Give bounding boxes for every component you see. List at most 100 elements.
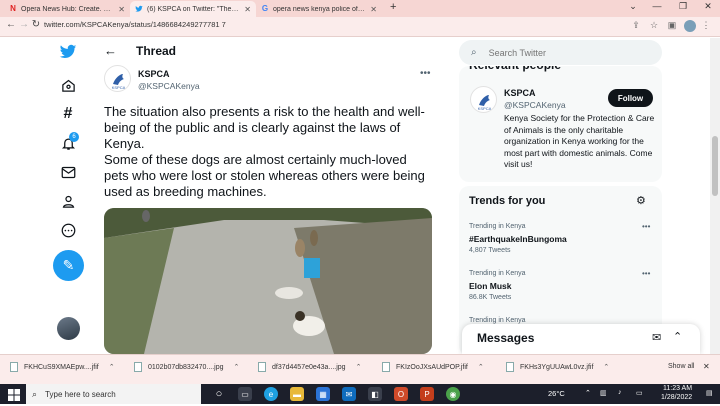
office-icon[interactable]: O bbox=[394, 387, 408, 401]
google-icon: G bbox=[261, 4, 269, 13]
store-icon[interactable]: ▦ bbox=[316, 387, 330, 401]
menu-dots-icon[interactable]: ⋮ bbox=[700, 20, 712, 31]
trend-count: 4,807 Tweets bbox=[469, 247, 511, 254]
tweet-photo[interactable] bbox=[104, 208, 432, 354]
profile-avatar[interactable] bbox=[684, 20, 696, 32]
clock-date[interactable]: 1/28/2022 bbox=[661, 394, 692, 401]
author-avatar[interactable]: KSPCA bbox=[104, 65, 131, 92]
back-arrow-icon[interactable]: ← bbox=[104, 43, 117, 58]
powerpoint-icon[interactable]: P bbox=[420, 387, 434, 401]
tab-title: (6) KSPCA on Twitter: "The situati bbox=[147, 5, 241, 13]
download-item[interactable]: FKIzOoJXsAUdPOP.jfif ⌃ bbox=[382, 362, 484, 372]
account-avatar[interactable] bbox=[57, 317, 80, 340]
relevant-avatar[interactable]: KSPCA bbox=[470, 86, 497, 113]
tab-opera-news[interactable]: N Opera News Hub: Create. Share. ✕ bbox=[4, 1, 130, 17]
weather-readout[interactable]: 26°C bbox=[548, 389, 565, 398]
trend-meta: Trending in Kenya bbox=[469, 223, 526, 230]
chevron-up-icon[interactable]: ⌃ bbox=[109, 363, 115, 371]
follow-button[interactable]: Follow bbox=[608, 89, 653, 107]
download-item[interactable]: df37d4457e0e43a....jpg ⌃ bbox=[258, 362, 361, 372]
trend-name[interactable]: Elon Musk bbox=[469, 281, 512, 291]
notification-count-badge: 6 bbox=[69, 132, 79, 142]
tab-google-search[interactable]: G opera news kenya police officers ✕ bbox=[256, 1, 382, 17]
notifications-center-icon[interactable]: ▤ bbox=[706, 389, 713, 397]
taskbar-search[interactable]: ⌕ Type here to search bbox=[26, 384, 201, 404]
chrome-icon[interactable]: ◉ bbox=[446, 387, 460, 401]
maximize-button[interactable]: ❐ bbox=[676, 1, 690, 12]
author-handle[interactable]: @KSPCAKenya bbox=[138, 81, 200, 91]
more-options-icon[interactable]: ••• bbox=[420, 68, 431, 79]
twitter-bird-icon bbox=[135, 5, 143, 13]
home-icon[interactable] bbox=[58, 75, 78, 95]
tweet-paragraph: Some of these dogs are almost certainly … bbox=[104, 152, 425, 199]
messages-title[interactable]: Messages bbox=[477, 331, 534, 345]
download-filename: FKIzOoJXsAUdPOP.jfif bbox=[396, 363, 468, 371]
share-icon[interactable]: ⇪ bbox=[630, 20, 642, 31]
relevant-name[interactable]: KSPCA bbox=[504, 88, 536, 98]
download-item[interactable]: FKHs3YgUUAwL0vz.jfif ⌃ bbox=[506, 362, 609, 372]
author-name[interactable]: KSPCA bbox=[138, 69, 170, 79]
close-download-shelf-button[interactable]: ✕ bbox=[703, 362, 710, 371]
forward-nav-icon[interactable]: → bbox=[18, 19, 30, 30]
trend-count: 86.8K Tweets bbox=[469, 294, 512, 301]
battery-icon[interactable]: ▭ bbox=[636, 389, 643, 397]
file-icon bbox=[506, 362, 514, 372]
download-item[interactable]: FKHCuS9XMAEpw....jfif ⌃ bbox=[10, 362, 115, 372]
trend-name[interactable]: #EarthquakeInBungoma bbox=[469, 234, 567, 244]
more-icon[interactable] bbox=[58, 220, 78, 240]
tab-kspca-twitter[interactable]: (6) KSPCA on Twitter: "The situati ✕ bbox=[130, 1, 256, 17]
trend-more-icon[interactable]: ••• bbox=[642, 269, 650, 278]
relevant-bio: Kenya Society for the Protection & Care … bbox=[504, 113, 655, 169]
relevant-handle[interactable]: @KSPCAKenya bbox=[504, 100, 566, 110]
compose-tweet-button[interactable]: ✎ bbox=[53, 250, 84, 281]
download-filename: FKHCuS9XMAEpw....jfif bbox=[24, 363, 99, 371]
scrollbar-thumb[interactable] bbox=[712, 136, 718, 196]
edge-icon[interactable]: e bbox=[264, 387, 278, 401]
twitter-logo-icon[interactable] bbox=[58, 42, 78, 62]
tray-chevron-icon[interactable]: ⌃ bbox=[585, 389, 591, 397]
search-input[interactable] bbox=[488, 47, 639, 58]
mail-icon[interactable]: ✉ bbox=[342, 387, 356, 401]
new-tab-button[interactable]: + bbox=[390, 1, 396, 13]
search-box[interactable]: ⌕ bbox=[459, 40, 662, 65]
tab-search-icon[interactable]: ⌄ bbox=[626, 1, 640, 12]
trend-more-icon[interactable]: ••• bbox=[642, 222, 650, 231]
volume-icon[interactable]: ♪ bbox=[618, 389, 622, 396]
gear-icon[interactable]: ⚙ bbox=[636, 194, 646, 207]
reload-icon[interactable]: ↻ bbox=[30, 19, 42, 30]
extensions-icon[interactable]: ▣ bbox=[666, 20, 678, 31]
download-item[interactable]: 0102b07db832470....jpg ⌃ bbox=[134, 362, 239, 372]
messages-icon[interactable] bbox=[58, 162, 78, 182]
expand-messages-icon[interactable]: ⌃ bbox=[673, 330, 682, 343]
app-icon[interactable]: ◧ bbox=[368, 387, 382, 401]
chevron-up-icon[interactable]: ⌃ bbox=[603, 363, 609, 371]
profile-icon[interactable] bbox=[58, 191, 78, 211]
file-explorer-icon[interactable]: ▬ bbox=[290, 387, 304, 401]
bookmark-star-icon[interactable]: ☆ bbox=[648, 20, 660, 31]
task-switch-icon[interactable]: ▭ bbox=[238, 387, 252, 401]
close-tab-icon[interactable]: ✕ bbox=[244, 5, 251, 14]
scrollbar[interactable] bbox=[710, 38, 720, 354]
chevron-up-icon[interactable]: ⌃ bbox=[234, 363, 240, 371]
page-title: Thread bbox=[136, 44, 177, 58]
search-icon: ⌕ bbox=[471, 47, 477, 58]
close-tab-icon[interactable]: ✕ bbox=[118, 5, 125, 14]
chevron-up-icon[interactable]: ⌃ bbox=[478, 363, 484, 371]
tab-title: opera news kenya police officers bbox=[273, 5, 367, 13]
clock-time[interactable]: 11:23 AM bbox=[663, 385, 692, 392]
network-icon[interactable]: ▥ bbox=[600, 389, 607, 397]
url-field[interactable]: twitter.com/KSPCAKenya/status/1486684249… bbox=[44, 20, 226, 29]
windows-start-icon[interactable] bbox=[8, 388, 20, 401]
task-view-icon[interactable]: ○ bbox=[212, 387, 226, 401]
download-filename: df37d4457e0e43a....jpg bbox=[272, 363, 346, 371]
new-message-icon[interactable]: ✉ bbox=[652, 331, 661, 344]
back-nav-icon[interactable]: ← bbox=[5, 19, 17, 30]
hashtag-icon[interactable]: # bbox=[58, 104, 78, 124]
close-window-button[interactable]: ✕ bbox=[701, 1, 715, 12]
download-filename: 0102b07db832470....jpg bbox=[148, 363, 224, 371]
close-tab-icon[interactable]: ✕ bbox=[370, 5, 377, 14]
chevron-up-icon[interactable]: ⌃ bbox=[356, 363, 362, 371]
minimize-button[interactable]: — bbox=[650, 1, 664, 11]
show-all-downloads-button[interactable]: Show all bbox=[668, 363, 694, 370]
opera-news-icon: N bbox=[10, 4, 16, 13]
